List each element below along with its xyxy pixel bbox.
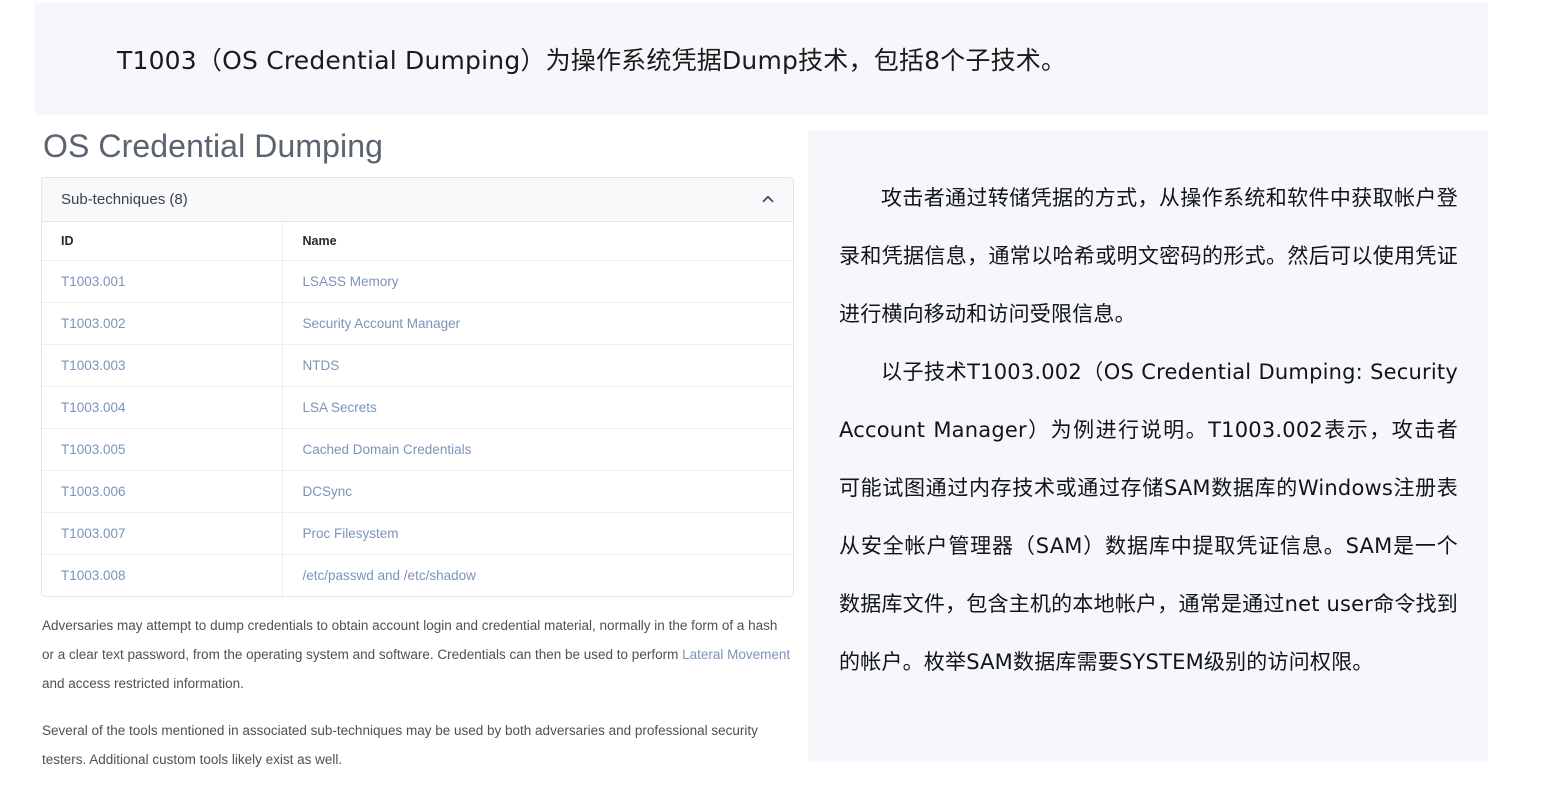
table-row[interactable]: T1003.003 NTDS bbox=[42, 344, 793, 387]
description-paragraph-2: Several of the tools mentioned in associ… bbox=[42, 723, 758, 768]
cell-name: Proc Filesystem bbox=[281, 512, 793, 555]
sub-techniques-table: ID Name T1003.001 LSASS Memory T1003.002… bbox=[42, 221, 793, 597]
cell-name: DCSync bbox=[281, 470, 793, 513]
subtechnique-id-link[interactable]: T1003.001 bbox=[61, 274, 126, 289]
table-header-row: ID Name bbox=[42, 221, 793, 261]
cell-id: T1003.001 bbox=[42, 260, 282, 303]
subtechnique-name-link[interactable]: Security Account Manager bbox=[303, 316, 461, 331]
cell-id: T1003.006 bbox=[42, 470, 282, 513]
subtechnique-id-link[interactable]: T1003.005 bbox=[61, 442, 126, 457]
subtechnique-name-link[interactable]: /etc/passwd and /etc/shadow bbox=[303, 568, 476, 583]
description-text-part-1: Adversaries may attempt to dump credenti… bbox=[42, 618, 778, 663]
table-row[interactable]: T1003.005 Cached Domain Credentials bbox=[42, 428, 793, 471]
subtechnique-id-link[interactable]: T1003.004 bbox=[61, 400, 126, 415]
subtechnique-id-link[interactable]: T1003.006 bbox=[61, 484, 126, 499]
table-row[interactable]: T1003.002 Security Account Manager bbox=[42, 302, 793, 345]
sub-techniques-header[interactable]: Sub-techniques (8) bbox=[42, 177, 793, 222]
column-header-id: ID bbox=[42, 221, 282, 261]
cell-id: T1003.005 bbox=[42, 428, 282, 471]
chinese-paragraph-1: 攻击者通过转储凭据的方式，从操作系统和软件中获取帐户登录和凭据信息，通常以哈希或… bbox=[839, 186, 1458, 326]
cell-id: T1003.007 bbox=[42, 512, 282, 555]
sub-techniques-header-label: Sub-techniques (8) bbox=[61, 190, 188, 208]
cell-name: LSA Secrets bbox=[281, 386, 793, 429]
table-head: ID Name bbox=[42, 221, 793, 261]
chinese-paragraph-2: 以子技术T1003.002（OS Credential Dumping: Sec… bbox=[839, 360, 1458, 674]
cell-id: T1003.003 bbox=[42, 344, 282, 387]
subtechnique-name-link[interactable]: LSA Secrets bbox=[303, 400, 377, 415]
description-text-part-2: and access restricted information. bbox=[42, 676, 244, 692]
cell-id: T1003.002 bbox=[42, 302, 282, 345]
table-row[interactable]: T1003.008 /etc/passwd and /etc/shadow bbox=[42, 554, 793, 597]
subtechnique-id-link[interactable]: T1003.003 bbox=[61, 358, 126, 373]
table-row[interactable]: T1003.004 LSA Secrets bbox=[42, 386, 793, 429]
description-paragraph-1: Adversaries may attempt to dump credenti… bbox=[42, 611, 792, 698]
page-title: OS Credential Dumping bbox=[43, 128, 384, 164]
table-row[interactable]: T1003.007 Proc Filesystem bbox=[42, 512, 793, 555]
subtechnique-name-link[interactable]: NTDS bbox=[303, 358, 340, 373]
table-row[interactable]: T1003.006 DCSync bbox=[42, 470, 793, 513]
table-body: T1003.001 LSASS Memory T1003.002 Securit… bbox=[42, 260, 793, 597]
cell-id: T1003.008 bbox=[42, 554, 282, 596]
cell-name: Cached Domain Credentials bbox=[281, 428, 793, 471]
cell-name: /etc/passwd and /etc/shadow bbox=[281, 554, 793, 597]
banner-text: T1003（OS Credential Dumping）为操作系统凭据Dump技… bbox=[117, 46, 1067, 75]
cell-name: Security Account Manager bbox=[281, 302, 793, 345]
lateral-movement-link[interactable]: Lateral Movement bbox=[682, 647, 790, 662]
subtechnique-name-link[interactable]: LSASS Memory bbox=[303, 274, 399, 289]
table-row[interactable]: T1003.001 LSASS Memory bbox=[42, 260, 793, 303]
chevron-up-icon[interactable] bbox=[761, 192, 775, 206]
sub-techniques-card: Sub-techniques (8) ID Name T1003.001 LSA… bbox=[41, 176, 794, 598]
subtechnique-name-link[interactable]: Cached Domain Credentials bbox=[303, 442, 472, 457]
cell-name: NTDS bbox=[281, 344, 793, 387]
subtechnique-id-link[interactable]: T1003.007 bbox=[61, 526, 126, 541]
column-header-name: Name bbox=[281, 221, 793, 261]
cell-id: T1003.004 bbox=[42, 386, 282, 429]
page-root: T1003（OS Credential Dumping）为操作系统凭据Dump技… bbox=[0, 0, 1558, 786]
cell-name: LSASS Memory bbox=[281, 260, 793, 303]
subtechnique-id-link[interactable]: T1003.002 bbox=[61, 316, 126, 331]
left-content-column: OS Credential Dumping Sub-techniques (8) bbox=[41, 128, 796, 774]
right-annotation-panel: 攻击者通过转储凭据的方式，从操作系统和软件中获取帐户登录和凭据信息，通常以哈希或… bbox=[808, 131, 1488, 762]
subtechnique-id-link[interactable]: T1003.008 bbox=[61, 568, 126, 583]
subtechnique-name-link[interactable]: Proc Filesystem bbox=[303, 526, 399, 541]
top-banner: T1003（OS Credential Dumping）为操作系统凭据Dump技… bbox=[35, 3, 1488, 115]
subtechnique-name-link[interactable]: DCSync bbox=[303, 484, 353, 499]
